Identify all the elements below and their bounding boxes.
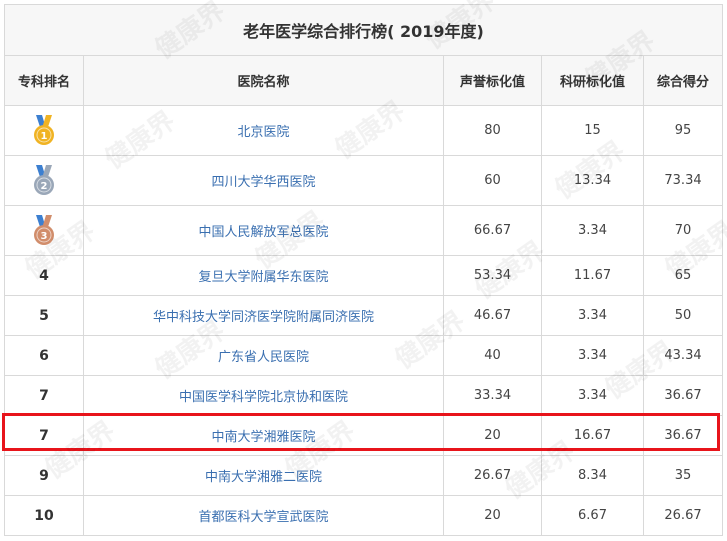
rank-cell: 7 [4, 375, 84, 416]
rank-cell: 2 [4, 155, 84, 206]
gold-medal-icon: 1 [34, 114, 54, 145]
hospital-link[interactable]: 广东省人民医院 [83, 335, 444, 376]
table-title: 老年医学综合排行榜( 2019年度) [3, 4, 724, 56]
hospital-link[interactable]: 首都医科大学宣武医院 [83, 495, 444, 536]
table-row: 5 华中科技大学同济医学院附属同济医院 46.67 3.34 50 [4, 295, 724, 336]
reputation-value: 60 [443, 155, 542, 206]
reputation-value: 20 [443, 415, 542, 456]
table-row: 7 中南大学湘雅医院 20 16.67 36.67 [4, 415, 724, 456]
header-total: 综合得分 [642, 55, 724, 106]
total-score: 70 [642, 205, 724, 256]
reputation-value: 46.67 [443, 295, 542, 336]
reputation-value: 53.34 [443, 255, 542, 296]
total-score: 50 [642, 295, 724, 336]
ranking-table: 老年医学综合排行榜( 2019年度) 专科排名 医院名称 声誉标化值 科研标化值… [3, 4, 724, 536]
reputation-value: 66.67 [443, 205, 542, 256]
total-score: 95 [642, 105, 724, 156]
rank-cell: 1 [4, 105, 84, 156]
reputation-value: 40 [443, 335, 542, 376]
reputation-value: 80 [443, 105, 542, 156]
total-score: 26.67 [642, 495, 724, 536]
research-value: 16.67 [541, 415, 644, 456]
hospital-link[interactable]: 四川大学华西医院 [83, 155, 444, 206]
research-value: 3.34 [541, 335, 644, 376]
total-score: 35 [642, 455, 724, 496]
rank-cell: 4 [4, 255, 84, 296]
table-row: 9 中南大学湘雅二医院 26.67 8.34 35 [4, 455, 724, 496]
table-row: 10 首都医科大学宣武医院 20 6.67 26.67 [4, 495, 724, 536]
silver-medal-icon: 2 [34, 164, 54, 195]
table-row: 7 中国医学科学院北京协和医院 33.34 3.34 36.67 [4, 375, 724, 416]
bronze-medal-icon: 3 [34, 214, 54, 245]
total-score: 36.67 [642, 415, 724, 456]
hospital-link[interactable]: 中国人民解放军总医院 [83, 205, 444, 256]
research-value: 3.34 [541, 205, 644, 256]
reputation-value: 33.34 [443, 375, 542, 416]
table-row: 2 四川大学华西医院 60 13.34 73.34 [4, 155, 724, 206]
medal-number: 3 [41, 231, 48, 242]
table-row: 3 中国人民解放军总医院 66.67 3.34 70 [4, 205, 724, 256]
reputation-value: 20 [443, 495, 542, 536]
hospital-link[interactable]: 复旦大学附属华东医院 [83, 255, 444, 296]
total-score: 36.67 [642, 375, 724, 416]
medal-number: 1 [41, 131, 48, 142]
hospital-link[interactable]: 中国医学科学院北京协和医院 [83, 375, 444, 416]
table-row: 1 北京医院 80 15 95 [4, 105, 724, 156]
research-value: 13.34 [541, 155, 644, 206]
research-value: 6.67 [541, 495, 644, 536]
total-score: 65 [642, 255, 724, 296]
header-hospital: 医院名称 [83, 55, 444, 106]
header-row: 专科排名 医院名称 声誉标化值 科研标化值 综合得分 [4, 55, 724, 106]
total-score: 73.34 [642, 155, 724, 206]
research-value: 3.34 [541, 295, 644, 336]
rank-cell: 7 [4, 415, 84, 456]
research-value: 11.67 [541, 255, 644, 296]
header-reputation: 声誉标化值 [443, 55, 542, 106]
medal-number: 2 [41, 181, 48, 192]
research-value: 15 [541, 105, 644, 156]
table-row: 4 复旦大学附属华东医院 53.34 11.67 65 [4, 255, 724, 296]
table-row: 6 广东省人民医院 40 3.34 43.34 [4, 335, 724, 376]
research-value: 8.34 [541, 455, 644, 496]
reputation-value: 26.67 [443, 455, 542, 496]
hospital-link[interactable]: 华中科技大学同济医学院附属同济医院 [83, 295, 444, 336]
rank-cell: 10 [4, 495, 84, 536]
total-score: 43.34 [642, 335, 724, 376]
rank-cell: 3 [4, 205, 84, 256]
hospital-link[interactable]: 中南大学湘雅医院 [83, 415, 444, 456]
research-value: 3.34 [541, 375, 644, 416]
rank-cell: 5 [4, 295, 84, 336]
rank-cell: 6 [4, 335, 84, 376]
rank-cell: 9 [4, 455, 84, 496]
header-research: 科研标化值 [541, 55, 644, 106]
header-rank: 专科排名 [4, 55, 84, 106]
hospital-link[interactable]: 中南大学湘雅二医院 [83, 455, 444, 496]
hospital-link[interactable]: 北京医院 [83, 105, 444, 156]
